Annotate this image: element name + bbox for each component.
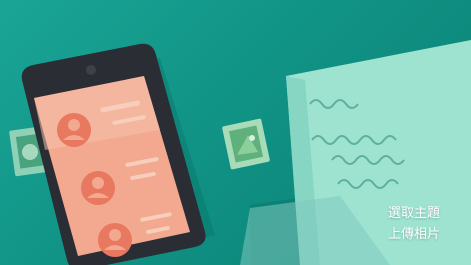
banner-menu: 選取主題 上傳相片 [388, 206, 440, 242]
theme-banner: 選取主題 上傳相片 [0, 0, 471, 265]
postage-stamp-icon [222, 118, 270, 170]
upload-photo-link[interactable]: 上傳相片 [388, 227, 440, 242]
choose-theme-link[interactable]: 選取主題 [388, 206, 440, 221]
